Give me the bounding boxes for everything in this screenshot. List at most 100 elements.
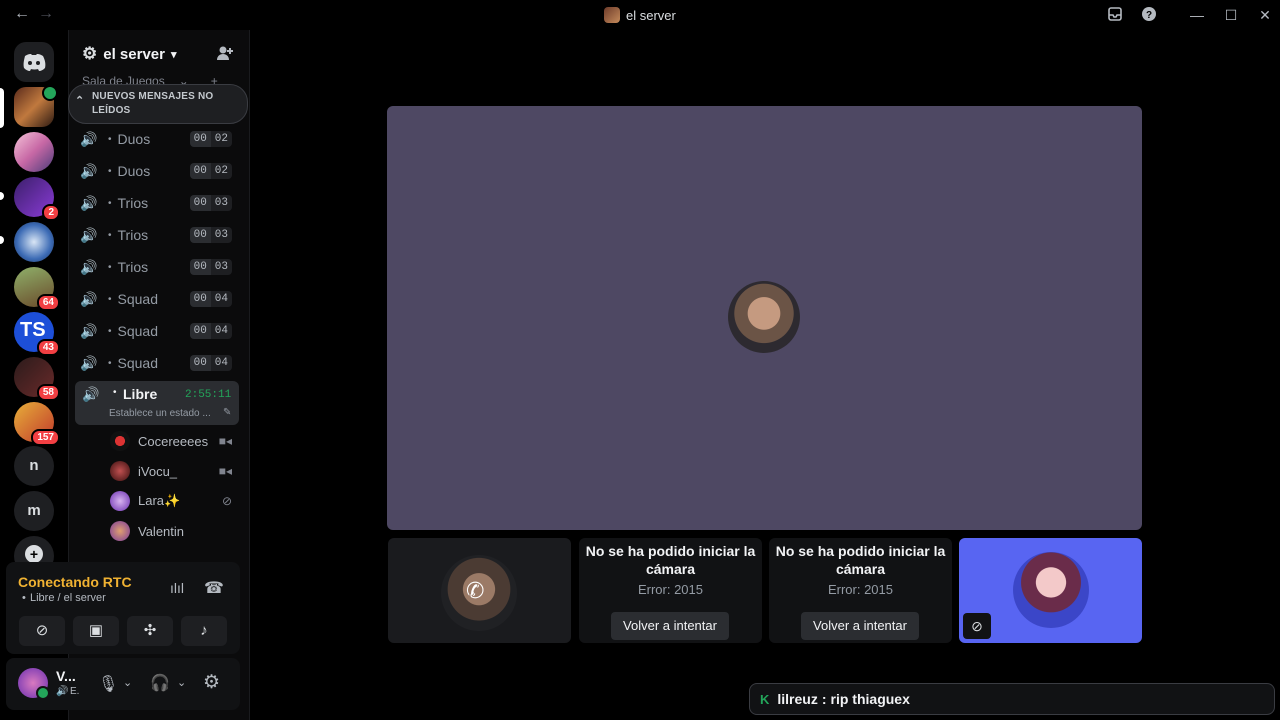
active-voice-channel[interactable]: 🔊 • Libre 2:55:11 Establece un estado ..…	[75, 381, 239, 425]
retry-button[interactable]: Volver a intentar	[801, 612, 919, 640]
server-icon-n[interactable]: n	[14, 446, 54, 486]
server-icon-7[interactable]: 58	[14, 357, 60, 401]
online-status-dot	[36, 686, 50, 700]
connection-state[interactable]: Conectando RTC	[18, 574, 132, 590]
channel-name: Libre	[123, 386, 158, 402]
chevron-down-icon[interactable]: ⌄	[177, 676, 186, 689]
chat-notification[interactable]: K lilreuz : rip thiaguex	[749, 683, 1275, 715]
screen-share-button[interactable]: ▣	[73, 616, 119, 646]
server-icon-3[interactable]: 2	[14, 177, 60, 221]
chevron-down-icon[interactable]: ⌄	[123, 676, 132, 689]
server-icon-6[interactable]: TS 43	[14, 312, 60, 356]
maximize-icon[interactable]: ☐	[1222, 6, 1240, 24]
activities-button[interactable]: ✣	[127, 616, 173, 646]
close-icon[interactable]: ✕	[1256, 6, 1274, 24]
server-name: el server	[103, 45, 165, 63]
voice-channel[interactable]: 🔊 • Trios 00 03	[80, 223, 232, 247]
voice-member[interactable]: Cocereeees ■◂	[110, 428, 236, 454]
speaker-icon: 🔊	[80, 194, 98, 211]
mention-badge: 64	[36, 294, 60, 311]
user-limit: 00 03	[189, 227, 232, 243]
voice-channel[interactable]: 🔊 • Trios 00 03	[80, 191, 232, 215]
voice-channel[interactable]: 🔊 • Squad 00 04	[80, 319, 232, 343]
status-placeholder[interactable]: Establece un estado ...	[109, 408, 211, 419]
activities-icon: ✣	[143, 622, 157, 639]
channel-name: Trios	[117, 259, 149, 275]
voice-channel[interactable]: 🔊 • Duos 00 02	[80, 159, 232, 183]
help-icon[interactable]: ?	[1140, 6, 1158, 24]
camera-error-tile: No se ha podido iniciar la cámara Error:…	[769, 538, 952, 643]
soundboard-icon: ♪	[200, 622, 208, 639]
avatar	[728, 281, 800, 353]
speaker-icon: 🔊	[80, 130, 98, 147]
voice-channel[interactable]: 🔊 • Trios 00 03	[80, 255, 232, 279]
avatar	[110, 461, 130, 481]
server-icon-m[interactable]: m	[14, 491, 54, 531]
active-server-pill	[0, 88, 4, 128]
mention-badge: 2	[42, 204, 60, 221]
server-icon-4[interactable]	[14, 222, 54, 262]
member-name: Lara✨	[138, 493, 181, 508]
mention-badge: 43	[36, 339, 60, 356]
inbox-icon[interactable]	[1106, 6, 1124, 24]
discord-logo-icon	[23, 54, 46, 71]
soundboard-button[interactable]: ♪	[181, 616, 227, 646]
plus-icon: +	[25, 545, 43, 563]
avatar	[110, 491, 130, 511]
speaker-icon: 🔊	[80, 354, 98, 371]
error-code: Error: 2015	[637, 582, 704, 597]
video-off-icon: ⊘	[221, 494, 232, 508]
server-icon-8[interactable]: 157	[14, 402, 60, 446]
unread-pill	[0, 236, 4, 244]
phone-icon: ✆	[466, 578, 485, 603]
camera-off-icon: ⊘	[35, 622, 49, 639]
username[interactable]: V...	[56, 668, 76, 684]
video-icon: ■◂	[218, 434, 232, 448]
voice-channel[interactable]: 🔊 • Duos 00 02	[80, 127, 232, 151]
voice-member[interactable]: Valentin	[110, 518, 236, 544]
server-icon-2[interactable]	[14, 132, 54, 172]
user-limit: 00 02	[189, 163, 232, 179]
participant-tile[interactable]: ✆	[388, 538, 571, 643]
server-icon-5[interactable]: 64	[14, 267, 60, 311]
channel-dot: •	[113, 387, 117, 398]
add-user-icon[interactable]	[216, 44, 234, 67]
channel-name: Squad	[117, 291, 158, 307]
camera-off-button[interactable]: ⊘	[19, 616, 65, 646]
home-button[interactable]	[14, 42, 54, 82]
participant-tile[interactable]: ⊘	[959, 538, 1142, 643]
kick-logo-icon: K	[760, 691, 770, 707]
arrow-right-icon[interactable]: →	[38, 5, 54, 23]
voice-member[interactable]: Lara✨ ⊘	[110, 488, 236, 514]
channel-name: Duos	[117, 131, 151, 147]
arrow-left-icon[interactable]: ←	[14, 5, 30, 23]
avatar	[110, 431, 130, 451]
speaker-icon: 🔊	[80, 226, 98, 243]
voice-connection-panel: Conectando RTC • Libre / el server ılıl …	[6, 562, 240, 654]
minimize-icon[interactable]: —	[1188, 6, 1206, 24]
pencil-icon[interactable]: ✎	[223, 407, 231, 418]
error-title: No se ha podido iniciar la cámara	[585, 543, 756, 577]
user-limit: 00 04	[189, 355, 232, 371]
server-icon-el-server[interactable]	[14, 85, 58, 127]
location-dot: •	[22, 592, 26, 604]
channel-name: Trios	[117, 227, 149, 243]
avatar	[1013, 552, 1089, 628]
microphone-icon[interactable]: 🎙	[98, 674, 118, 694]
user-limit: 00 04	[189, 291, 232, 307]
unread-pill	[0, 192, 4, 200]
voice-member[interactable]: iVocu_ ■◂	[110, 458, 236, 484]
user-limit: 00 03	[189, 195, 232, 211]
retry-button[interactable]: Volver a intentar	[611, 612, 729, 640]
chat-username: lilreuz	[777, 691, 818, 707]
gear-icon[interactable]: ⚙	[203, 671, 220, 694]
voice-channel[interactable]: 🔊 • Squad 00 04	[80, 287, 232, 311]
speaking-icon: 🔊	[56, 686, 69, 697]
voice-channel[interactable]: 🔊 • Squad 00 04	[80, 351, 232, 375]
unread-messages-banner[interactable]: ⌃ NUEVOS MENSAJES NO LEÍDOS	[68, 84, 248, 124]
noise-suppression-icon[interactable]: ılıl	[170, 580, 184, 596]
disconnect-icon[interactable]: ☎	[204, 578, 224, 598]
connection-location[interactable]: Libre / el server	[30, 592, 106, 604]
avatar[interactable]	[18, 668, 50, 700]
headphones-icon[interactable]: 🎧	[150, 673, 170, 693]
